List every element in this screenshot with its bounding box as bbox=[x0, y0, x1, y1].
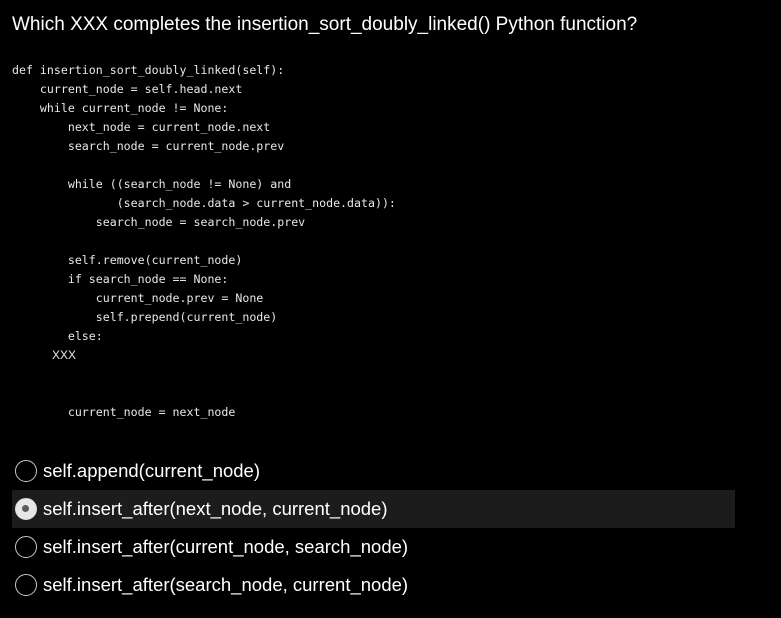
code-line-1: def insertion_sort_doubly_linked(self): bbox=[12, 63, 285, 77]
radio-button-icon[interactable] bbox=[15, 536, 37, 558]
option-4[interactable]: self.insert_after(search_node, current_n… bbox=[12, 566, 735, 604]
code-line-12: if search_node == None: bbox=[12, 272, 229, 286]
option-label[interactable]: self.insert_after(current_node, search_n… bbox=[43, 536, 408, 558]
option-2[interactable]: self.insert_after(next_node, current_nod… bbox=[12, 490, 735, 528]
option-label[interactable]: self.insert_after(search_node, current_n… bbox=[43, 574, 408, 596]
code-line-8: (search_node.data > current_node.data)): bbox=[12, 196, 396, 210]
option-label[interactable]: self.insert_after(next_node, current_nod… bbox=[43, 498, 388, 520]
option-3[interactable]: self.insert_after(current_node, search_n… bbox=[12, 528, 735, 566]
code-line-19: current_node = next_node bbox=[12, 405, 236, 419]
option-label[interactable]: self.append(current_node) bbox=[43, 460, 260, 482]
answer-options: self.append(current_node) self.insert_af… bbox=[12, 452, 735, 604]
radio-button-icon[interactable] bbox=[15, 460, 37, 482]
code-line-9: search_node = search_node.prev bbox=[12, 215, 306, 229]
code-line-11: self.remove(current_node) bbox=[12, 253, 243, 267]
code-line-5: search_node = current_node.prev bbox=[12, 139, 285, 153]
radio-button-icon[interactable] bbox=[15, 574, 37, 596]
code-line-7: while ((search_node != None) and bbox=[12, 177, 292, 191]
code-line-13: current_node.prev = None bbox=[12, 291, 264, 305]
code-line-2: current_node = self.head.next bbox=[12, 82, 243, 96]
question-text: Which XXX completes the insertion_sort_d… bbox=[12, 14, 638, 35]
option-1[interactable]: self.append(current_node) bbox=[12, 452, 735, 490]
code-line-3: while current_node != None: bbox=[12, 101, 229, 115]
code-line-15: else: bbox=[12, 329, 103, 343]
radio-button-checked-icon[interactable] bbox=[15, 498, 37, 520]
code-line-14: self.prepend(current_node) bbox=[12, 310, 278, 324]
code-line-16-placeholder: XXX bbox=[12, 348, 77, 362]
code-line-4: next_node = current_node.next bbox=[12, 120, 271, 134]
